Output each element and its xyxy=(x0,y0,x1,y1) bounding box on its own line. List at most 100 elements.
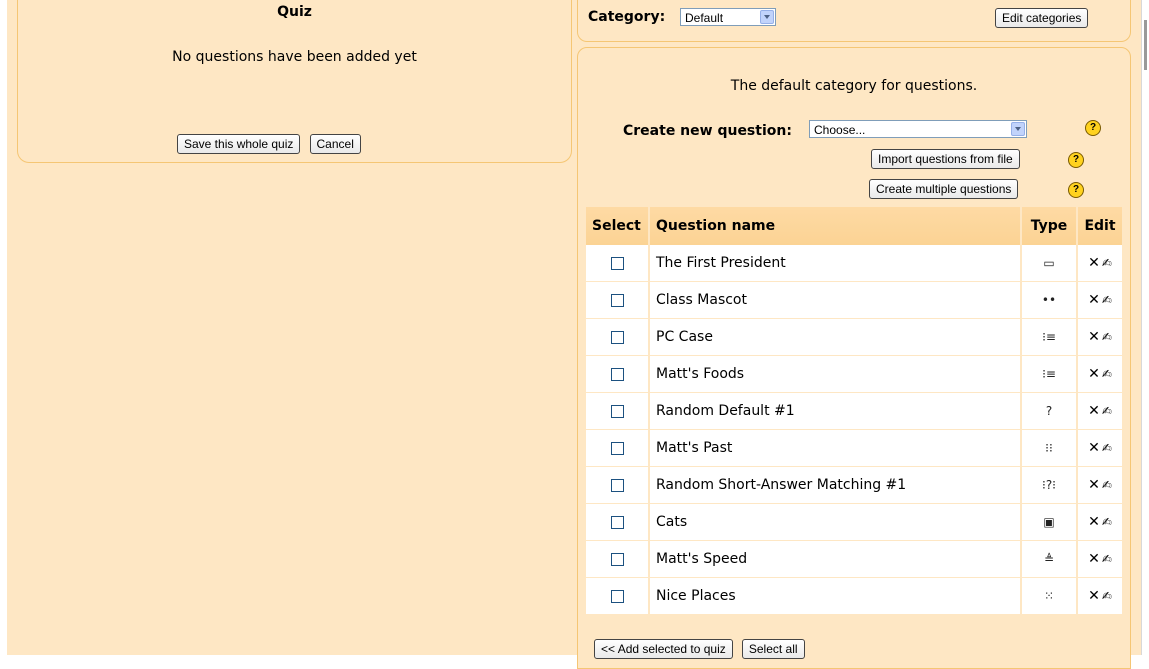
table-row: Matt's Foods ⁝≡ ✕ ✍ xyxy=(586,355,1122,393)
edit-cell: ✕ ✍ xyxy=(1076,392,1122,430)
quiz-panel: Quiz No questions have been added yet Sa… xyxy=(17,0,572,163)
row-checkbox[interactable] xyxy=(610,293,624,307)
row-checkbox[interactable] xyxy=(610,441,624,455)
question-name[interactable]: PC Case xyxy=(648,318,1021,356)
create-question-value: Choose... xyxy=(814,123,866,137)
question-name[interactable]: The First President xyxy=(648,245,1021,282)
row-checkbox[interactable] xyxy=(610,256,624,270)
table-row: Matt's Past ⁝⁝ ✕ ✍ xyxy=(586,429,1122,467)
delete-icon[interactable]: ✕ xyxy=(1088,292,1100,308)
edit-categories-button[interactable]: Edit categories xyxy=(995,8,1089,28)
question-name[interactable]: Random Short-Answer Matching #1 xyxy=(648,466,1021,504)
random-icon: ? xyxy=(1045,404,1053,418)
question-name[interactable]: Matt's Speed xyxy=(648,540,1021,578)
edit-cell: ✕ ✍ xyxy=(1076,577,1122,615)
edit-cell: ✕ ✍ xyxy=(1076,466,1122,504)
cloze-icon: ⁙ xyxy=(1043,589,1055,603)
row-checkbox[interactable] xyxy=(610,330,624,344)
delete-icon[interactable]: ✕ xyxy=(1088,403,1100,419)
scrollbar-thumb[interactable] xyxy=(1144,20,1147,70)
import-questions-button[interactable]: Import questions from file xyxy=(871,149,1020,169)
essay-icon: ▣ xyxy=(1043,515,1055,529)
type-cell: ≜ xyxy=(1020,540,1077,578)
type-cell: ▣ xyxy=(1020,503,1077,541)
edit-column-header: Edit xyxy=(1076,207,1122,245)
edit-icon[interactable]: ✍ xyxy=(1102,441,1112,455)
edit-cell: ✕ ✍ xyxy=(1076,355,1122,393)
question-name[interactable]: Cats xyxy=(648,503,1021,541)
edit-icon[interactable]: ✍ xyxy=(1102,256,1112,270)
table-row: Random Default #1? ✕ ✍ xyxy=(586,392,1122,430)
edit-icon[interactable]: ✍ xyxy=(1102,552,1112,566)
type-cell: ⁙ xyxy=(1020,577,1077,615)
question-name[interactable]: Nice Places xyxy=(648,577,1021,615)
select-all-button[interactable]: Select all xyxy=(741,639,805,659)
select-cell xyxy=(586,318,649,356)
table-row: The First President ▭ ✕ ✍ xyxy=(586,245,1122,282)
edit-icon[interactable]: ✍ xyxy=(1102,330,1112,344)
save-quiz-button[interactable]: Save this whole quiz xyxy=(177,134,301,154)
quiz-button-row: Save this whole quiz Cancel xyxy=(177,133,361,154)
help-icon[interactable]: ? xyxy=(1085,120,1101,136)
select-cell xyxy=(586,392,649,430)
create-multiple-button[interactable]: Create multiple questions xyxy=(869,179,1019,199)
delete-icon[interactable]: ✕ xyxy=(1088,514,1100,530)
edit-cell: ✕ ✍ xyxy=(1076,245,1122,282)
category-label: Category: xyxy=(588,9,666,25)
edit-cell: ✕ ✍ xyxy=(1076,318,1122,356)
create-question-select[interactable]: Choose... xyxy=(809,120,1027,138)
edit-icon[interactable]: ✍ xyxy=(1102,367,1112,381)
row-checkbox[interactable] xyxy=(610,589,624,603)
table-row: Cats ▣ ✕ ✍ xyxy=(586,503,1122,541)
cancel-button[interactable]: Cancel xyxy=(309,134,361,154)
select-cell xyxy=(586,577,649,615)
delete-icon[interactable]: ✕ xyxy=(1088,551,1100,567)
question-name[interactable]: Random Default #1 xyxy=(648,392,1021,430)
edit-cell: ✕ ✍ xyxy=(1076,540,1122,578)
help-icon[interactable]: ? xyxy=(1068,152,1084,168)
table-row: Nice Places ⁙ ✕ ✍ xyxy=(586,577,1122,615)
type-column-header: Type xyxy=(1020,207,1077,245)
chevron-down-icon[interactable] xyxy=(1011,122,1025,136)
question-name[interactable]: Matt's Foods xyxy=(648,355,1021,393)
edit-icon[interactable]: ✍ xyxy=(1102,478,1112,492)
edit-icon[interactable]: ✍ xyxy=(1102,515,1112,529)
chevron-down-icon[interactable] xyxy=(760,10,774,24)
edit-icon[interactable]: ✍ xyxy=(1102,404,1112,418)
row-checkbox[interactable] xyxy=(610,367,624,381)
question-name-column-header: Question name xyxy=(648,207,1021,245)
question-name[interactable]: Class Mascot xyxy=(648,281,1021,319)
select-cell xyxy=(586,429,649,467)
delete-icon[interactable]: ✕ xyxy=(1088,440,1100,456)
table-row: PC Case ⁝≡ ✕ ✍ xyxy=(586,318,1122,356)
row-checkbox[interactable] xyxy=(610,552,624,566)
edit-icon[interactable]: ✍ xyxy=(1102,589,1112,603)
help-icon[interactable]: ? xyxy=(1068,182,1084,198)
edit-cell: ✕ ✍ xyxy=(1076,281,1122,319)
question-name[interactable]: Matt's Past xyxy=(648,429,1021,467)
scrollbar[interactable] xyxy=(1141,0,1149,655)
multiple-choice-icon: ⁝≡ xyxy=(1042,330,1056,344)
row-checkbox[interactable] xyxy=(610,404,624,418)
select-cell xyxy=(586,540,649,578)
add-selected-button[interactable]: << Add selected to quiz xyxy=(594,639,733,659)
category-select[interactable]: Default xyxy=(680,8,776,26)
delete-icon[interactable]: ✕ xyxy=(1088,477,1100,493)
select-cell xyxy=(586,245,649,282)
select-cell xyxy=(586,466,649,504)
edit-icon[interactable]: ✍ xyxy=(1102,293,1112,307)
row-checkbox[interactable] xyxy=(610,478,624,492)
bottom-button-row: << Add selected to quiz Select all xyxy=(594,638,805,659)
delete-icon[interactable]: ✕ xyxy=(1088,366,1100,382)
delete-icon[interactable]: ✕ xyxy=(1088,255,1100,271)
delete-icon[interactable]: ✕ xyxy=(1088,588,1100,604)
matching-icon: ⁝⁝ xyxy=(1045,441,1053,455)
type-cell: ⁝?⁝ xyxy=(1020,466,1077,504)
select-cell xyxy=(586,355,649,393)
table-row: Matt's Speed ≜ ✕ ✍ xyxy=(586,540,1122,578)
random-matching-icon: ⁝?⁝ xyxy=(1042,478,1056,492)
row-checkbox[interactable] xyxy=(610,515,624,529)
true-false-icon: •• xyxy=(1041,293,1057,307)
empty-quiz-message: No questions have been added yet xyxy=(172,49,417,65)
delete-icon[interactable]: ✕ xyxy=(1088,329,1100,345)
